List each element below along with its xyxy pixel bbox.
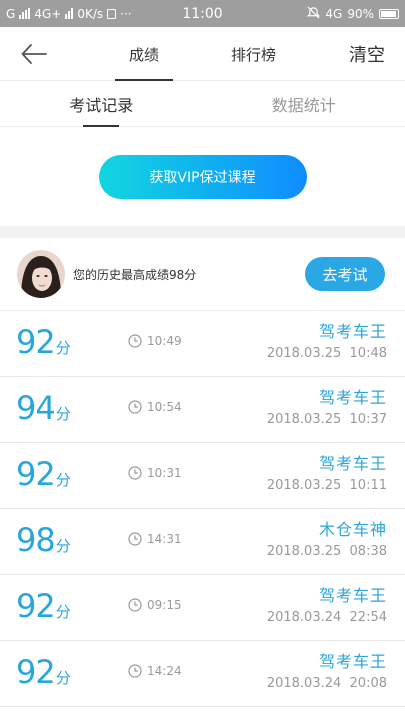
duration-value: 10:54 <box>147 400 182 414</box>
duration-value: 14:31 <box>147 532 182 546</box>
record-date: 2018.03.25 <box>266 544 342 559</box>
nav-bar: 成绩 排行榜 清空 <box>0 27 405 81</box>
record-datetime: 2018.03.24 20:08 <box>267 676 387 691</box>
score-unit: 分 <box>55 405 71 423</box>
record-row[interactable]: 92 分 14:24 驾考车王 2018.03.24 20:08 <box>0 641 405 707</box>
record-datetime: 2018.03.25 08:38 <box>267 544 387 559</box>
record-row[interactable]: 92 分 10:49 驾考车王 2018.03.25 10:48 <box>0 311 405 377</box>
record-title: 驾考车王 <box>318 388 387 407</box>
score-value: 98 <box>16 521 56 559</box>
record-duration: 14:24 <box>128 664 182 678</box>
record-score: 92 分 <box>16 587 71 625</box>
record-score: 94 分 <box>16 389 71 427</box>
record-date: 2018.03.25 <box>266 412 342 427</box>
score-value: 92 <box>16 323 56 361</box>
best-score-row: 您的历史最高成绩98分 去考试 <box>0 238 405 311</box>
carrier-label: G <box>6 6 16 21</box>
signal-icon <box>19 8 31 19</box>
back-button[interactable] <box>18 38 50 70</box>
record-duration: 10:31 <box>128 466 182 480</box>
clock-icon <box>128 334 142 348</box>
record-title: 驾考车王 <box>318 586 387 605</box>
vip-section: 获取VIP保过课程 <box>0 127 405 226</box>
record-datetime: 2018.03.25 10:11 <box>267 478 387 493</box>
record-date: 2018.03.24 <box>266 610 342 625</box>
record-score: 92 分 <box>16 653 71 691</box>
take-exam-button[interactable]: 去考试 <box>305 257 385 291</box>
record-title: 驾考车王 <box>318 652 387 671</box>
duration-value: 10:31 <box>147 466 182 480</box>
clear-button[interactable]: 清空 <box>349 27 385 81</box>
record-datetime: 2018.03.25 10:37 <box>267 412 387 427</box>
clock-icon <box>128 532 142 546</box>
score-unit: 分 <box>55 603 71 621</box>
record-time: 22:54 <box>349 610 387 625</box>
record-title: 驾考车王 <box>318 454 387 473</box>
tab-data-statistics[interactable]: 数据统计 <box>203 81 405 126</box>
duration-value: 09:15 <box>147 598 182 612</box>
records-list: 92 分 10:49 驾考车王 2018.03.25 10:48 94 分 10:5… <box>0 311 405 707</box>
record-row[interactable]: 92 分 09:15 驾考车王 2018.03.24 22:54 <box>0 575 405 641</box>
avatar <box>17 250 65 298</box>
network-speed: 0K/s <box>77 6 104 21</box>
more-notifications: ··· <box>120 6 132 21</box>
score-value: 94 <box>16 389 56 427</box>
record-duration: 10:54 <box>128 400 182 414</box>
clock-icon <box>128 400 142 414</box>
record-score: 98 分 <box>16 521 71 559</box>
record-time: 10:37 <box>349 412 387 427</box>
record-score: 92 分 <box>16 455 71 493</box>
vip-course-button[interactable]: 获取VIP保过课程 <box>98 154 307 199</box>
duration-value: 14:24 <box>147 664 182 678</box>
tab-score[interactable]: 成绩 <box>114 27 174 81</box>
record-time: 10:48 <box>349 346 387 361</box>
alarm-off-icon <box>307 6 321 22</box>
record-row[interactable]: 98 分 14:31 木仓车神 2018.03.25 08:38 <box>0 509 405 575</box>
network-type: 4G+ <box>34 6 62 21</box>
record-time: 10:11 <box>349 478 387 493</box>
sub-tabs: 考试记录 数据统计 <box>0 81 405 127</box>
network-type-2: 4G <box>325 6 343 21</box>
score-unit: 分 <box>55 537 71 555</box>
signal-icon-2 <box>65 8 74 19</box>
record-time: 08:38 <box>349 544 387 559</box>
record-duration: 10:49 <box>128 334 182 348</box>
record-date: 2018.03.25 <box>266 478 342 493</box>
battery-percent: 90% <box>347 6 374 21</box>
arrow-left-icon <box>21 44 47 64</box>
record-title: 驾考车王 <box>318 322 387 341</box>
clock-icon <box>128 466 142 480</box>
score-value: 92 <box>16 653 56 691</box>
tab-ranking[interactable]: 排行榜 <box>217 27 290 81</box>
sim-icon <box>107 8 117 19</box>
record-score: 92 分 <box>16 323 71 361</box>
clock-icon <box>128 598 142 612</box>
score-unit: 分 <box>55 471 71 489</box>
score-value: 92 <box>16 455 56 493</box>
score-value: 92 <box>16 587 56 625</box>
section-divider <box>0 226 405 238</box>
record-datetime: 2018.03.25 10:48 <box>267 346 387 361</box>
record-time: 20:08 <box>349 676 387 691</box>
record-date: 2018.03.25 <box>266 346 342 361</box>
record-duration: 14:31 <box>128 532 182 546</box>
score-unit: 分 <box>55 339 71 357</box>
record-duration: 09:15 <box>128 598 182 612</box>
battery-icon <box>379 8 399 19</box>
tab-exam-records[interactable]: 考试记录 <box>0 81 203 126</box>
score-unit: 分 <box>55 669 71 687</box>
status-bar: G 4G+ 0K/s ··· 11:00 4G 90% <box>0 0 405 27</box>
duration-value: 10:49 <box>147 334 182 348</box>
best-score-text: 您的历史最高成绩98分 <box>73 267 197 282</box>
record-date: 2018.03.24 <box>266 676 342 691</box>
record-row[interactable]: 92 分 10:31 驾考车王 2018.03.25 10:11 <box>0 443 405 509</box>
record-row[interactable]: 94 分 10:54 驾考车王 2018.03.25 10:37 <box>0 377 405 443</box>
clock-icon <box>128 664 142 678</box>
record-datetime: 2018.03.24 22:54 <box>267 610 387 625</box>
record-title: 木仓车神 <box>318 520 387 539</box>
